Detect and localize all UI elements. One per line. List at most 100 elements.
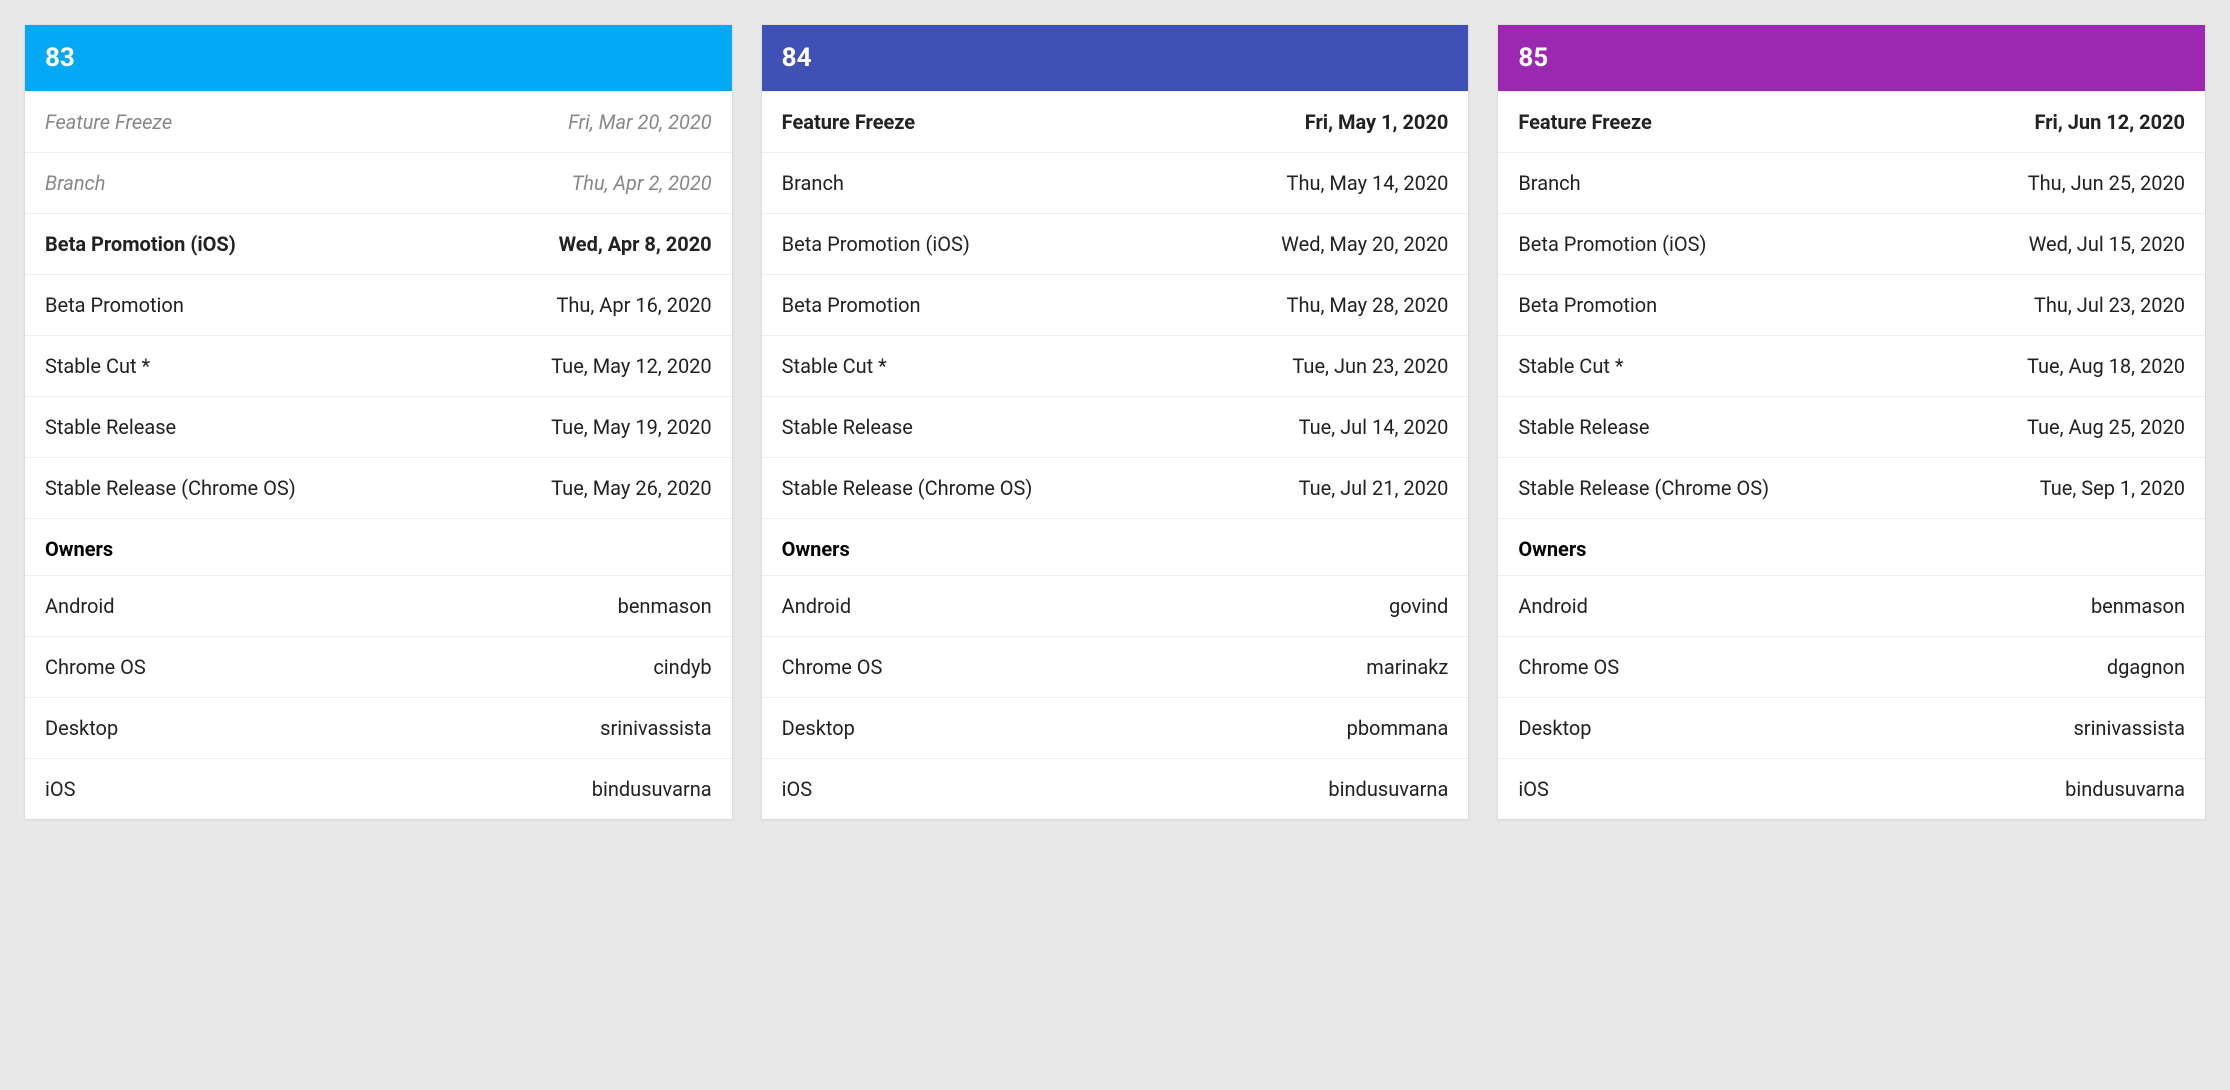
owner-name: srinivassista (2073, 716, 2185, 740)
owner-row: iOS bindusuvarna (1498, 758, 2205, 819)
owner-platform: Chrome OS (1518, 655, 1619, 679)
owner-name: pbommana (1347, 716, 1449, 740)
milestone-row: Beta Promotion (iOS) Wed, May 20, 2020 (762, 213, 1469, 274)
milestone-date: Fri, Mar 20, 2020 (568, 110, 712, 134)
owner-platform: Chrome OS (782, 655, 883, 679)
owners-title: Owners (762, 518, 1469, 575)
milestone-date: Tue, May 26, 2020 (551, 476, 712, 500)
milestone-row: Branch Thu, Apr 2, 2020 (25, 152, 732, 213)
milestone-label: Stable Release (1518, 415, 1649, 439)
milestone-row: Stable Release (Chrome OS) Tue, Sep 1, 20… (1498, 457, 2205, 518)
milestone-label: Feature Freeze (45, 110, 172, 134)
milestone-row: Beta Promotion Thu, Jul 23, 2020 (1498, 274, 2205, 335)
owner-platform: Desktop (45, 716, 118, 740)
milestone-date: Thu, May 28, 2020 (1287, 293, 1449, 317)
milestone-date: Thu, Apr 2, 2020 (572, 171, 712, 195)
owner-platform: Desktop (1518, 716, 1591, 740)
milestone-date: Fri, May 1, 2020 (1305, 110, 1449, 134)
release-card: 84 Feature Freeze Fri, May 1, 2020 Branch Th… (761, 24, 1470, 820)
milestone-date: Tue, Aug 18, 2020 (2027, 354, 2185, 378)
milestone-label: Branch (782, 171, 844, 195)
owner-platform: Android (45, 594, 115, 618)
milestone-date: Thu, Jul 23, 2020 (2034, 293, 2185, 317)
milestone-row: Feature Freeze Fri, Mar 20, 2020 (25, 91, 732, 152)
milestone-date: Tue, May 19, 2020 (551, 415, 712, 439)
owner-name: benmason (618, 594, 712, 618)
milestone-label: Stable Release (Chrome OS) (782, 476, 1033, 500)
milestone-row: Stable Release (Chrome OS) Tue, May 26, 2… (25, 457, 732, 518)
milestone-label: Beta Promotion (782, 293, 921, 317)
milestone-row: Stable Cut * Tue, Jun 23, 2020 (762, 335, 1469, 396)
milestone-date: Tue, Sep 1, 2020 (2040, 476, 2185, 500)
owner-platform: Android (1518, 594, 1588, 618)
milestone-row: Stable Release Tue, Jul 14, 2020 (762, 396, 1469, 457)
milestone-label: Stable Cut * (782, 354, 887, 378)
owner-row: Desktop pbommana (762, 697, 1469, 758)
milestone-row: Stable Cut * Tue, May 12, 2020 (25, 335, 732, 396)
owner-row: Chrome OS cindyb (25, 636, 732, 697)
milestone-row: Feature Freeze Fri, May 1, 2020 (762, 91, 1469, 152)
owner-platform: iOS (1518, 777, 1549, 801)
milestone-date: Wed, Apr 8, 2020 (559, 232, 712, 256)
milestone-label: Beta Promotion (45, 293, 184, 317)
owner-row: iOSbindusuvarna (762, 758, 1469, 819)
owner-row: Desktop srinivassista (1498, 697, 2205, 758)
milestone-row: Branch Thu, May 14, 2020 (762, 152, 1469, 213)
owner-row: Chrome OS marinakz (762, 636, 1469, 697)
owner-row: Android benmason (1498, 575, 2205, 636)
milestone-date: Tue, Jul 21, 2020 (1299, 476, 1449, 500)
release-version-header: 83 (25, 25, 732, 91)
milestone-label: Beta Promotion (1518, 293, 1657, 317)
milestone-row: Branch Thu, Jun 25, 2020 (1498, 152, 2205, 213)
milestone-date: Thu, Jun 25, 2020 (2028, 171, 2185, 195)
owner-name: bindusuvarna (1328, 777, 1448, 801)
milestone-date: Thu, Apr 16, 2020 (556, 293, 711, 317)
release-version-header: 84 (762, 25, 1469, 91)
milestone-row: Stable Release Tue, Aug 25, 2020 (1498, 396, 2205, 457)
owner-name: bindusuvarna (592, 777, 712, 801)
milestone-row: Beta Promotion Thu, Apr 16, 2020 (25, 274, 732, 335)
release-card: 83 Feature Freeze Fri, Mar 20, 2020 Branch T… (24, 24, 733, 820)
milestone-row: Stable Cut * Tue, Aug 18, 2020 (1498, 335, 2205, 396)
release-cards-container: 83 Feature Freeze Fri, Mar 20, 2020 Branch T… (24, 24, 2206, 820)
milestone-date: Tue, Jun 23, 2020 (1292, 354, 1448, 378)
owner-name: benmason (2091, 594, 2185, 618)
milestone-label: Stable Release (782, 415, 913, 439)
milestone-date: Fri, Jun 12, 2020 (2034, 110, 2185, 134)
milestone-date: Thu, May 14, 2020 (1287, 171, 1449, 195)
milestone-date: Tue, Aug 25, 2020 (2027, 415, 2185, 439)
owners-title: Owners (25, 518, 732, 575)
milestone-row: Stable Release Tue, May 19, 2020 (25, 396, 732, 457)
milestone-label: Beta Promotion (iOS) (1518, 232, 1706, 256)
owner-row: Androidgovind (762, 575, 1469, 636)
owners-title: Owners (1498, 518, 2205, 575)
owner-name: marinakz (1366, 655, 1448, 679)
owner-name: srinivassista (600, 716, 712, 740)
milestone-label: Beta Promotion (iOS) (45, 232, 236, 256)
milestone-label: Branch (1518, 171, 1580, 195)
owner-platform: iOS (45, 777, 76, 801)
milestone-date: Tue, Jul 14, 2020 (1299, 415, 1449, 439)
milestone-row: Stable Release (Chrome OS) Tue, Jul 21, 2… (762, 457, 1469, 518)
owner-name: dgagnon (2107, 655, 2185, 679)
owner-row: Desktop srinivassista (25, 697, 732, 758)
milestone-label: Stable Release (Chrome OS) (45, 476, 296, 500)
milestone-label: Beta Promotion (iOS) (782, 232, 970, 256)
owner-platform: Desktop (782, 716, 855, 740)
owner-name: cindyb (653, 655, 711, 679)
owner-row: Chrome OS dgagnon (1498, 636, 2205, 697)
milestone-date: Tue, May 12, 2020 (551, 354, 712, 378)
release-card: 85Feature FreezeFri, Jun 12, 2020BranchT… (1497, 24, 2206, 820)
milestone-label: Feature Freeze (782, 110, 915, 134)
owner-platform: Android (782, 594, 852, 618)
milestone-label: Stable Release (Chrome OS) (1518, 476, 1769, 500)
milestone-label: Branch (45, 171, 105, 195)
milestone-date: Wed, May 20, 2020 (1281, 232, 1448, 256)
release-version-header: 85 (1498, 25, 2205, 91)
milestone-label: Stable Cut * (45, 354, 150, 378)
milestone-date: Wed, Jul 15, 2020 (2029, 232, 2185, 256)
milestone-label: Stable Release (45, 415, 176, 439)
owner-platform: Chrome OS (45, 655, 146, 679)
owner-name: bindusuvarna (2065, 777, 2185, 801)
milestone-label: Stable Cut * (1518, 354, 1623, 378)
